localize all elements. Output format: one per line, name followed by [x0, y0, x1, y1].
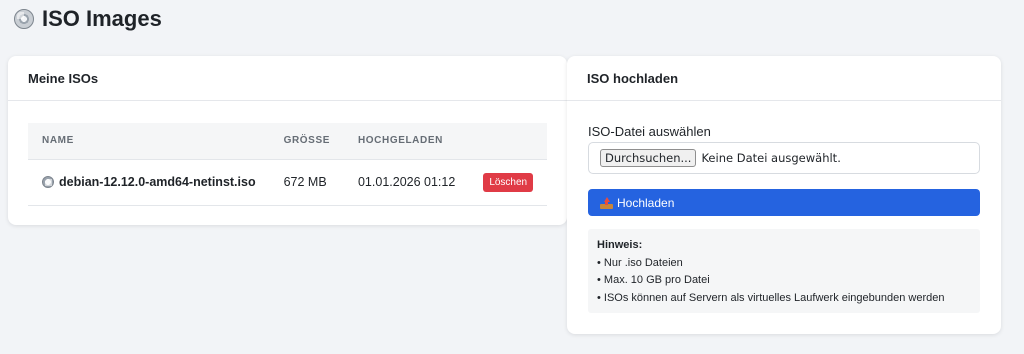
iso-table-header-row: NAME GRÖSSE HOCHGELADEN — [28, 123, 548, 160]
upload-button-label: Hochladen — [617, 195, 675, 210]
disc-icon — [42, 176, 54, 188]
hint-title: Hinweis: — [597, 239, 643, 251]
file-name-cell: debian-12.12.0-amd64-netinst.iso — [28, 159, 270, 206]
file-size: 672 MB — [269, 159, 344, 206]
hint-item: • ISOs können auf Servern als virtuelles… — [597, 291, 945, 304]
my-isos-card: Meine ISOs NAME GRÖSSE HOCHGELADEN debia… — [8, 56, 567, 225]
upload-date: 01.01.2026 01:12 — [343, 159, 470, 206]
my-isos-card-header: Meine ISOs — [8, 56, 567, 101]
hint-item: • Max. 10 GB pro Datei — [597, 274, 710, 286]
column-header-size: GRÖSSE — [269, 123, 344, 160]
upload-card-header: ISO hochladen — [567, 56, 1001, 101]
iso-table: NAME GRÖSSE HOCHGELADEN debian-12.12.0-a… — [28, 123, 548, 206]
delete-button[interactable]: Löschen — [483, 172, 534, 192]
disc-icon — [14, 9, 34, 29]
hint-box: Hinweis: • Nur .iso Dateien • Max. 10 GB… — [588, 229, 980, 313]
upload-button[interactable]: Hochladen — [588, 189, 980, 216]
upload-card-title: ISO hochladen — [587, 70, 679, 86]
browse-button[interactable]: Durchsuchen... — [600, 149, 697, 167]
no-file-selected-text: Keine Datei ausgewählt. — [701, 151, 841, 165]
page-header: ISO Images — [14, 6, 162, 32]
table-row: debian-12.12.0-amd64-netinst.iso 672 MB … — [28, 159, 548, 206]
column-header-name: NAME — [28, 123, 270, 160]
iso-file-input[interactable]: Durchsuchen... Keine Datei ausgewählt. — [588, 142, 980, 174]
column-header-uploaded: HOCHGELADEN — [343, 123, 470, 160]
page-title: ISO Images — [42, 6, 162, 31]
actions-cell: Löschen — [469, 159, 548, 206]
column-header-actions — [469, 123, 548, 160]
inbox-tray-icon — [600, 196, 613, 209]
file-name: debian-12.12.0-amd64-netinst.iso — [59, 175, 256, 189]
hint-item: • Nur .iso Dateien — [597, 256, 683, 269]
my-isos-card-title: Meine ISOs — [28, 70, 99, 86]
iso-file-label: ISO-Datei auswählen — [588, 124, 711, 139]
upload-iso-card: ISO hochladen ISO-Datei auswählen Durchs… — [567, 56, 1001, 334]
